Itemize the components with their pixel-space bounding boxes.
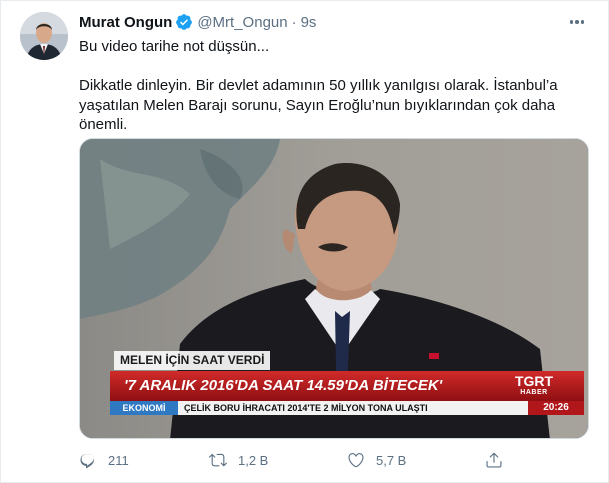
retweet-button[interactable]: 1,2 B: [209, 449, 268, 471]
retweet-count: 1,2 B: [238, 452, 269, 468]
author-name[interactable]: Murat Ongun: [79, 14, 172, 31]
tweet-paragraph: Bu video tarihe not düşsün...: [79, 38, 270, 55]
ticker-section: EKONOMİ: [110, 401, 178, 415]
more-dot: [580, 20, 585, 24]
channel-logo: TGRT HABER: [504, 371, 564, 401]
retweet-icon: [209, 453, 227, 467]
reply-icon: [80, 454, 94, 469]
tweet-card[interactable]: Murat Ongun @Mrt_Ongun · 9s Bu video tar…: [0, 0, 609, 483]
ticker-text: ÇELİK BORU İHRACATI 2014'TE 2 MİLYON TON…: [184, 403, 428, 413]
avatar-image: [20, 12, 68, 60]
channel-sub: HABER: [520, 389, 548, 396]
author-handle[interactable]: @Mrt_Ongun: [197, 14, 287, 31]
channel-name: TGRT: [514, 373, 554, 389]
more-dot: [569, 20, 574, 24]
like-button[interactable]: 5,7 B: [347, 449, 406, 471]
reply-count: 211: [108, 452, 129, 468]
tweet-timestamp[interactable]: 9s: [301, 14, 317, 31]
tweet-header: Murat Ongun @Mrt_Ongun · 9s: [79, 13, 316, 31]
avatar[interactable]: [20, 12, 68, 60]
news-ticker: EKONOMİ ÇELİK BORU İHRACATI 2014'TE 2 Mİ…: [110, 401, 584, 415]
like-count: 5,7 B: [376, 452, 407, 468]
tweet-text: Bu video tarihe not düşsün... Dikkatle d…: [79, 37, 594, 135]
header-separator: ·: [291, 13, 297, 31]
tweet-paragraph: Dikkatle dinleyin. Bir devlet adamının 5…: [79, 77, 558, 133]
heart-icon: [348, 453, 364, 468]
more-options-icon[interactable]: [567, 14, 587, 30]
ticker-clock: 20:26: [528, 401, 584, 415]
share-icon: [486, 452, 502, 468]
verified-badge-icon: [175, 13, 193, 31]
video-player[interactable]: MELEN İÇİN SAAT VERDİ '7 ARALIK 2016'DA …: [79, 138, 589, 439]
more-dot: [575, 20, 579, 24]
reply-button[interactable]: 211: [79, 449, 129, 471]
video-caption-label: MELEN İÇİN SAAT VERDİ: [114, 351, 271, 370]
share-button[interactable]: [485, 449, 503, 471]
tweet-actions: 211 1,2 B 5,7 B: [79, 449, 519, 471]
